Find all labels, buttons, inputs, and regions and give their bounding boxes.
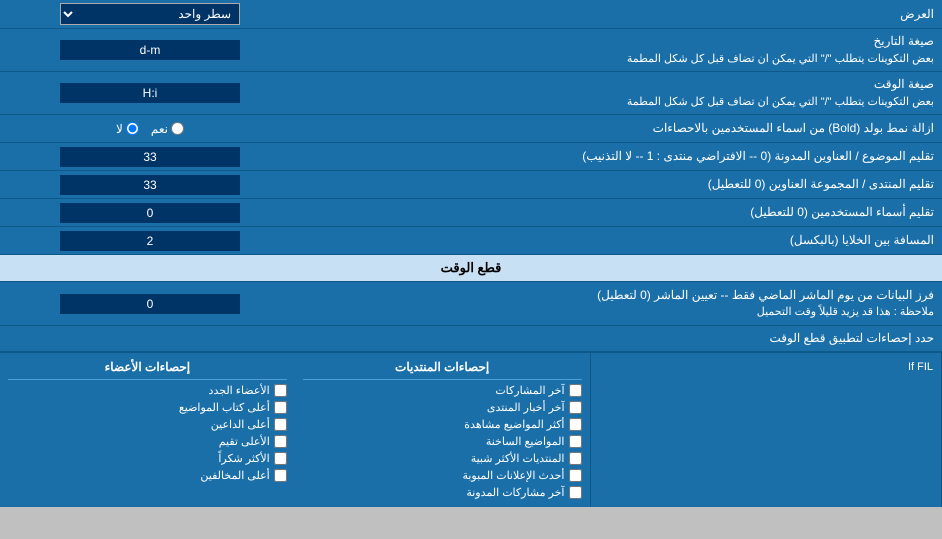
- checkbox-item: آخر أخبار المنتدى: [303, 401, 582, 414]
- cb-most-thanked-label: الأكثر شكراً: [218, 452, 269, 465]
- user-names-count-row: تقليم أسماء المستخدمين (0 للتعطيل): [0, 199, 942, 227]
- apply-label: حدد إحصاءات لتطبيق قطع الوقت: [300, 326, 942, 351]
- checkbox-item: أعلى كتاب المواضيع: [8, 401, 287, 414]
- forum-group-count-input-area: [0, 172, 300, 198]
- header-row: العرض سطر واحد سطرين ثلاثة أسطر: [0, 0, 942, 29]
- realtime-filter-label: فرز البيانات من يوم الماشر الماضي فقط --…: [300, 282, 942, 325]
- realtime-filter-row: فرز البيانات من يوم الماشر الماضي فقط --…: [0, 282, 942, 326]
- cb-top-writers[interactable]: [274, 401, 287, 414]
- radio-yes-label[interactable]: نعم: [151, 122, 184, 136]
- cb-top-invited-label: أعلى الداعين: [211, 418, 270, 431]
- cb-top-rated[interactable]: [274, 435, 287, 448]
- time-format-row: صيغة الوقت بعض التكوينات يتطلب "/" التي …: [0, 72, 942, 115]
- cb-forum-news-label: آخر أخبار المنتدى: [487, 401, 565, 414]
- user-names-count-input[interactable]: [60, 203, 240, 223]
- forum-title-count-input-area: [0, 144, 300, 170]
- checkbox-item: المنتديات الأكثر شبية: [303, 452, 582, 465]
- date-format-input-area: [0, 37, 300, 63]
- bold-remove-input-area: نعم لا: [0, 119, 300, 139]
- checkbox-item: أحدث الإعلانات المبوبة: [303, 469, 582, 482]
- checkbox-item: الأعلى تقيم: [8, 435, 287, 448]
- section-realtime-header: قطع الوقت: [0, 255, 942, 282]
- col-forum-stats: إحصاءات المنتديات آخر المشاركات آخر أخبا…: [295, 353, 591, 507]
- checkbox-item: أعلى الداعين: [8, 418, 287, 431]
- cb-hot-topics-label: المواضيع الساخنة: [486, 435, 565, 448]
- main-container: العرض سطر واحد سطرين ثلاثة أسطر صيغة الت…: [0, 0, 942, 507]
- bold-radio-group: نعم لا: [116, 122, 184, 136]
- checkbox-item: المواضيع الساخنة: [303, 435, 582, 448]
- radio-no-label[interactable]: لا: [116, 122, 139, 136]
- cb-most-viewed-label: أكثر المواضيع مشاهدة: [464, 418, 564, 431]
- user-names-count-label: تقليم أسماء المستخدمين (0 للتعطيل): [300, 200, 942, 225]
- cb-classified-ads[interactable]: [569, 469, 582, 482]
- forum-group-count-input[interactable]: [60, 175, 240, 195]
- cb-top-writers-label: أعلى كتاب المواضيع: [179, 401, 270, 414]
- date-format-label: صيغة التاريخ بعض التكوينات يتطلب "/" الت…: [300, 29, 942, 71]
- radio-no[interactable]: [126, 122, 139, 135]
- checkbox-item: آخر المشاركات: [303, 384, 582, 397]
- forum-title-count-input[interactable]: [60, 147, 240, 167]
- time-format-input[interactable]: [60, 83, 240, 103]
- cells-distance-label: المسافة بين الخلايا (بالبكسل): [300, 228, 942, 253]
- forum-group-count-label: تقليم المنتدى / المجموعة العناوين (0 للت…: [300, 172, 942, 197]
- cb-last-posts[interactable]: [569, 384, 582, 397]
- cb-top-invited[interactable]: [274, 418, 287, 431]
- cells-distance-input-area: [0, 228, 300, 254]
- forum-group-count-row: تقليم المنتدى / المجموعة العناوين (0 للت…: [0, 171, 942, 199]
- display-select[interactable]: سطر واحد سطرين ثلاثة أسطر: [60, 3, 240, 25]
- date-format-input[interactable]: [60, 40, 240, 60]
- apply-row: حدد إحصاءات لتطبيق قطع الوقت: [0, 326, 942, 352]
- realtime-filter-input[interactable]: [60, 294, 240, 314]
- cb-hot-topics[interactable]: [569, 435, 582, 448]
- cb-most-similar[interactable]: [569, 452, 582, 465]
- time-format-input-area: [0, 80, 300, 106]
- cb-most-similar-label: المنتديات الأكثر شبية: [471, 452, 565, 465]
- checkbox-item: أعلى المخالفين: [8, 469, 287, 482]
- apply-input-area: [0, 335, 300, 341]
- col-forum-header: إحصاءات المنتديات: [303, 357, 582, 380]
- date-format-row: صيغة التاريخ بعض التكوينات يتطلب "/" الت…: [0, 29, 942, 72]
- cb-top-violators[interactable]: [274, 469, 287, 482]
- checkbox-item: الأعضاء الجدد: [8, 384, 287, 397]
- cb-last-posts-label: آخر المشاركات: [495, 384, 564, 397]
- time-format-label: صيغة الوقت بعض التكوينات يتطلب "/" التي …: [300, 72, 942, 114]
- checkbox-item: الأكثر شكراً: [8, 452, 287, 465]
- cb-new-members[interactable]: [274, 384, 287, 397]
- checkbox-area: If FIL إحصاءات المنتديات آخر المشاركات آ…: [0, 352, 942, 507]
- display-input-area: سطر واحد سطرين ثلاثة أسطر: [0, 0, 300, 28]
- realtime-filter-input-area: [0, 291, 300, 317]
- col-right-text: If FIL: [599, 357, 934, 373]
- user-names-count-input-area: [0, 200, 300, 226]
- cb-most-thanked[interactable]: [274, 452, 287, 465]
- col-member-header: إحصاءات الأعضاء: [8, 357, 287, 380]
- checkbox-item: آخر مشاركات المدونة: [303, 486, 582, 499]
- display-label: العرض: [300, 3, 942, 25]
- cb-blog-posts-label: آخر مشاركات المدونة: [466, 486, 564, 499]
- col-member-stats: إحصاءات الأعضاء الأعضاء الجدد أعلى كتاب …: [0, 353, 295, 507]
- bold-remove-row: ازالة نمط بولد (Bold) من اسماء المستخدمي…: [0, 115, 942, 143]
- radio-yes[interactable]: [171, 122, 184, 135]
- col-right: If FIL: [591, 353, 942, 507]
- cb-blog-posts[interactable]: [569, 486, 582, 499]
- bold-remove-label: ازالة نمط بولد (Bold) من اسماء المستخدمي…: [300, 116, 942, 141]
- cb-classified-ads-label: أحدث الإعلانات المبوبة: [462, 469, 564, 482]
- checkbox-item: أكثر المواضيع مشاهدة: [303, 418, 582, 431]
- cb-most-viewed[interactable]: [569, 418, 582, 431]
- forum-title-count-row: تقليم الموضوع / العناوين المدونة (0 -- ا…: [0, 143, 942, 171]
- cells-distance-input[interactable]: [60, 231, 240, 251]
- cb-forum-news[interactable]: [569, 401, 582, 414]
- cells-distance-row: المسافة بين الخلايا (بالبكسل): [0, 227, 942, 255]
- cb-top-rated-label: الأعلى تقيم: [219, 435, 270, 448]
- forum-title-count-label: تقليم الموضوع / العناوين المدونة (0 -- ا…: [300, 144, 942, 169]
- cb-new-members-label: الأعضاء الجدد: [209, 384, 270, 397]
- cb-top-violators-label: أعلى المخالفين: [200, 469, 269, 482]
